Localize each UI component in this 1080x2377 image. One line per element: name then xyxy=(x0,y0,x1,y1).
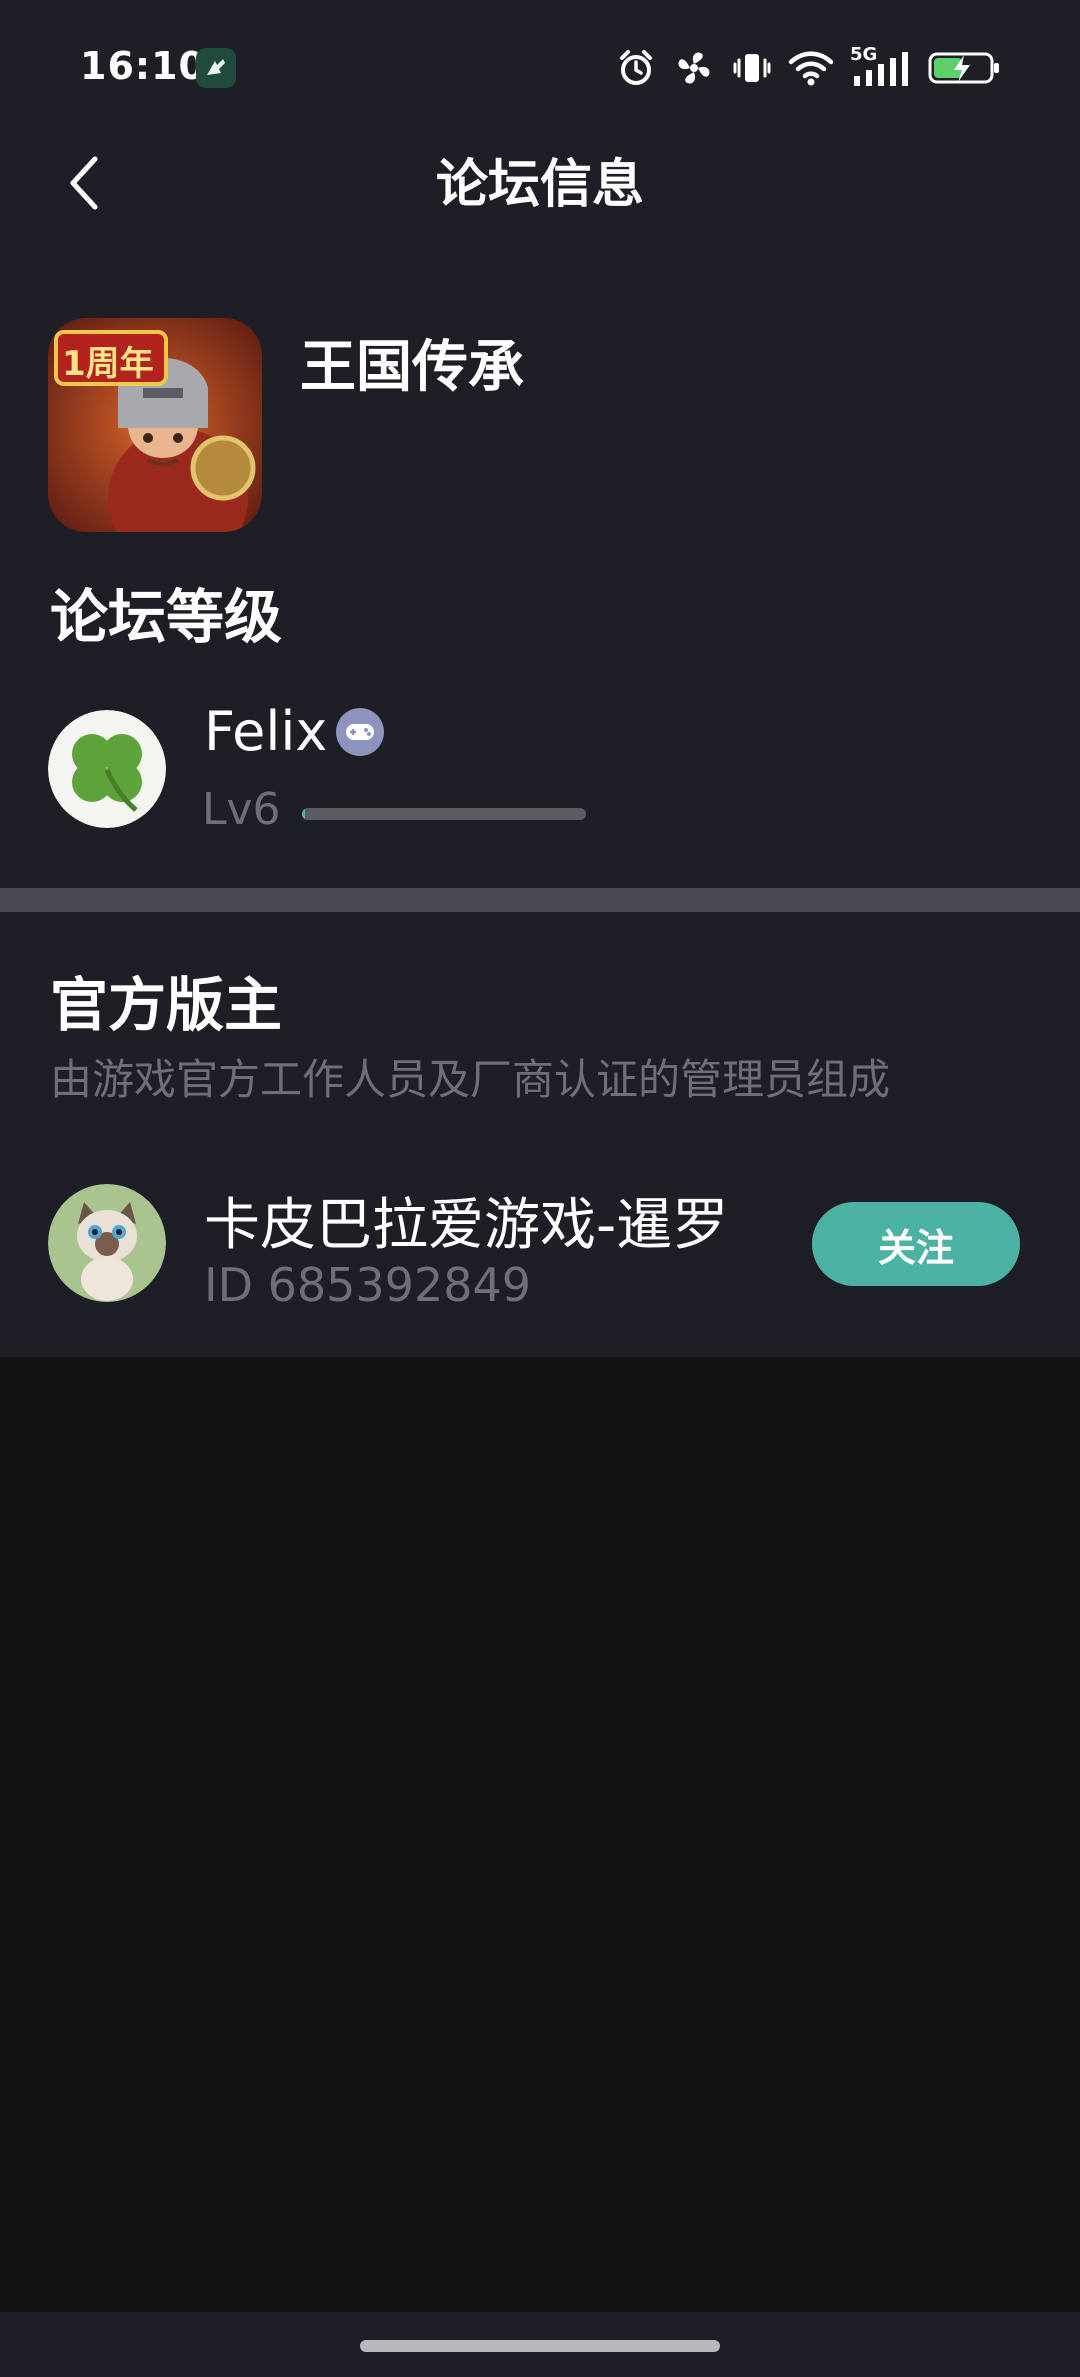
wifi-icon xyxy=(788,48,834,88)
follow-button[interactable]: 关注 xyxy=(812,1202,1020,1286)
section-divider xyxy=(0,888,1080,912)
status-time: 16:10 xyxy=(80,44,206,88)
forum-level-title: 论坛等级 xyxy=(50,583,283,651)
user-avatar[interactable] xyxy=(48,710,166,828)
game-icon: 1周年 xyxy=(48,318,262,532)
level-progress-bar xyxy=(302,808,586,820)
moderator-avatar[interactable] xyxy=(48,1184,166,1302)
status-icons: 5G xyxy=(616,44,1002,92)
signal-icon: 5G xyxy=(850,44,912,90)
battery-charging-icon xyxy=(928,48,1002,88)
fan-icon xyxy=(672,46,716,90)
home-indicator[interactable] xyxy=(360,2340,720,2352)
moderator-name: 卡皮巴拉爱游戏-暹罗 xyxy=(204,1193,729,1258)
user-level: Lv6 xyxy=(202,784,281,835)
game-name: 王国传承 xyxy=(300,335,524,400)
game-icon-badge: 1周年 xyxy=(62,344,154,384)
vibrate-icon xyxy=(732,48,772,88)
moderators-description: 由游戏官方工作人员及厂商认证的管理员组成 xyxy=(50,1055,891,1104)
alarm-icon xyxy=(616,48,656,88)
moderator-id: ID 685392849 xyxy=(204,1258,532,1312)
user-name: Felix xyxy=(204,700,328,763)
moderators-title: 官方版主 xyxy=(50,971,283,1039)
gamepad-icon xyxy=(336,708,384,756)
app-notification-icon xyxy=(196,48,236,88)
page-title: 论坛信息 xyxy=(435,155,644,215)
